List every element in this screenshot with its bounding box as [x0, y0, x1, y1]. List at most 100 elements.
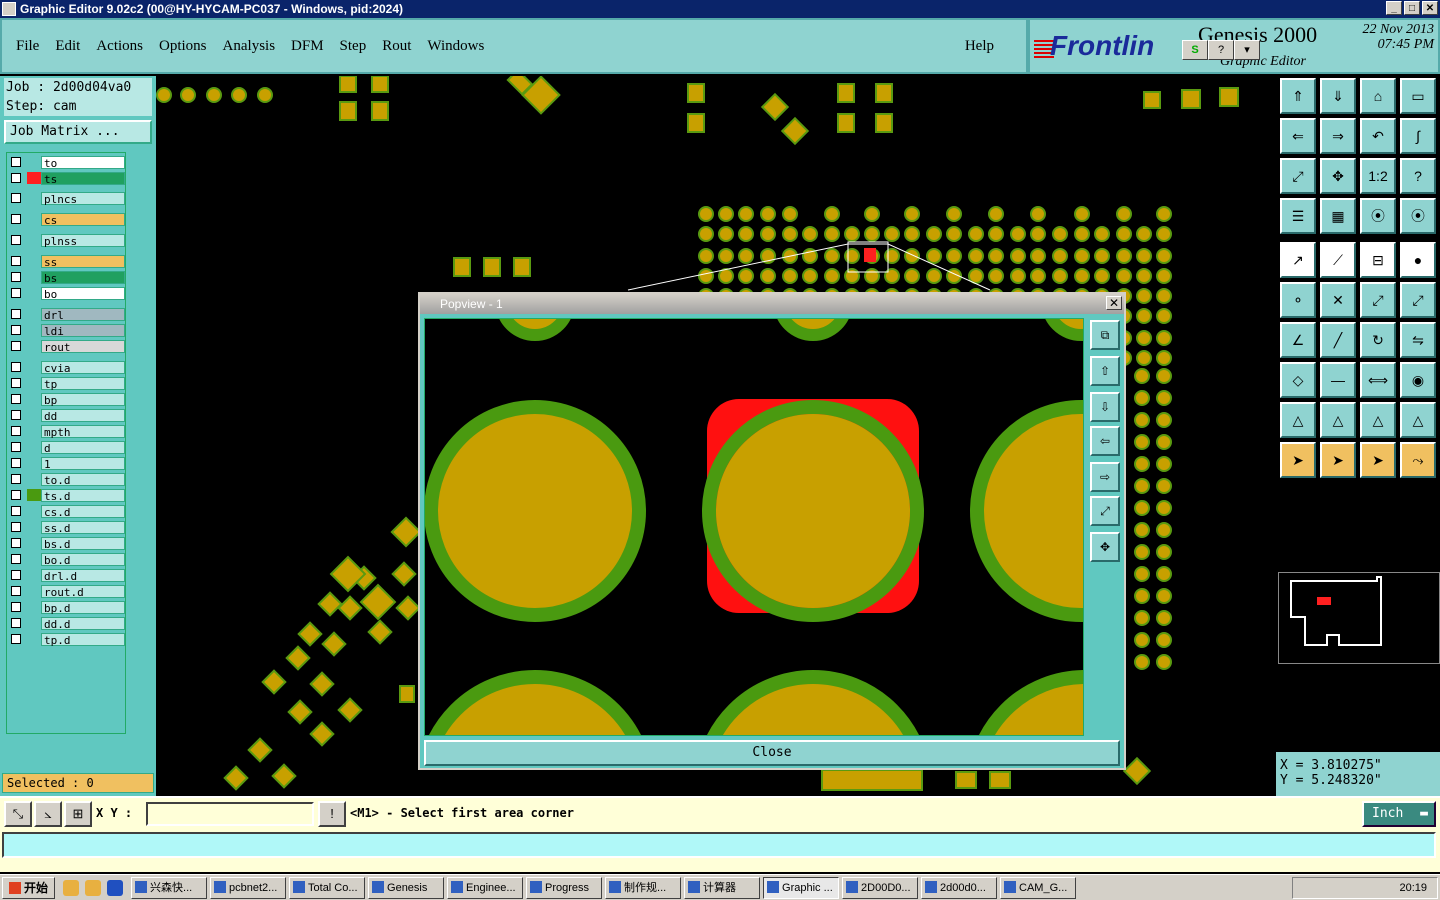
menu-analysis[interactable]: Analysis — [223, 38, 276, 55]
dropdown-icon[interactable]: ▾ — [1234, 40, 1260, 60]
start-button[interactable]: 开始 — [2, 876, 56, 899]
triangle-icon-2[interactable]: △ — [1320, 402, 1356, 438]
grid-view-icon[interactable]: ▦ — [1320, 198, 1356, 234]
pointer-icon-3[interactable]: ➤ — [1360, 442, 1396, 478]
slash-icon[interactable]: ╱ — [1320, 322, 1356, 358]
layer-row[interactable]: drl — [7, 307, 125, 322]
triangle-icon[interactable]: △ — [1280, 402, 1316, 438]
pad-big-icon[interactable]: ◉ — [1400, 362, 1436, 398]
layer-name[interactable]: d — [41, 440, 125, 455]
menu-step[interactable]: Step — [340, 38, 367, 55]
minus-icon[interactable]: — — [1320, 362, 1356, 398]
layer-checkbox[interactable] — [11, 325, 21, 335]
layer-checkbox[interactable] — [11, 410, 21, 420]
layer-row[interactable]: to — [7, 155, 125, 170]
popview-close-icon[interactable]: ✕ — [1106, 296, 1122, 310]
menu-options[interactable]: Options — [159, 38, 207, 55]
layer-name[interactable]: bo.d — [41, 552, 125, 567]
layer-checkbox[interactable] — [11, 634, 21, 644]
menu-help[interactable]: Help — [965, 38, 994, 55]
quick-launch-icon[interactable] — [107, 879, 124, 896]
layer-row[interactable]: tp — [7, 376, 125, 391]
taskbar-item[interactable]: pcbnet2... — [210, 876, 287, 899]
layer-checkbox[interactable] — [11, 474, 21, 484]
layer-row[interactable]: ldi — [7, 323, 125, 338]
taskbar-item[interactable]: Enginee... — [447, 876, 524, 899]
layer-checkbox[interactable] — [11, 214, 21, 224]
snap-icon-2[interactable]: ⦿ — [1400, 198, 1436, 234]
layer-row[interactable]: plnss — [7, 233, 125, 248]
layer-checkbox[interactable] — [11, 288, 21, 298]
move-icon[interactable]: ⤢ — [1360, 282, 1396, 318]
pan-right-icon[interactable]: ⇒ — [1320, 118, 1356, 154]
taskbar-item[interactable]: 2d00d0... — [921, 876, 998, 899]
layer-row[interactable]: d — [7, 440, 125, 455]
layer-checkbox[interactable] — [11, 362, 21, 372]
layer-checkbox[interactable] — [11, 490, 21, 500]
flip-icon[interactable]: ⇋ — [1400, 322, 1436, 358]
menu-edit[interactable]: Edit — [55, 38, 80, 55]
layer-name[interactable]: to.d — [41, 472, 125, 487]
layer-name[interactable]: plncs — [41, 191, 125, 206]
layer-row[interactable]: bp — [7, 392, 125, 407]
layer-row[interactable]: bo.d — [7, 552, 125, 567]
layer-checkbox[interactable] — [11, 272, 21, 282]
layer-checkbox[interactable] — [11, 235, 21, 245]
layer-name[interactable]: ss — [41, 254, 125, 269]
home-up-icon[interactable]: ⇑ — [1280, 78, 1316, 114]
layer-name[interactable]: bo — [41, 286, 125, 301]
taskbar-item[interactable]: CAM_G... — [1000, 876, 1077, 899]
layer-name[interactable]: bs — [41, 270, 125, 285]
layer-row[interactable]: cs.d — [7, 504, 125, 519]
layer-name[interactable]: ts — [41, 171, 125, 186]
dot-icon[interactable]: ● — [1400, 242, 1436, 278]
layer-name[interactable]: mpth — [41, 424, 125, 439]
layer-row[interactable]: bo — [7, 286, 125, 301]
layer-name[interactable]: plnss — [41, 233, 125, 248]
layer-name[interactable]: cvia — [41, 360, 125, 375]
layer-name[interactable]: ts.d — [41, 488, 125, 503]
layer-name[interactable]: dd — [41, 408, 125, 423]
layer-row[interactable]: ss — [7, 254, 125, 269]
layer-checkbox[interactable] — [11, 602, 21, 612]
pad-icon[interactable]: ◇ — [1280, 362, 1316, 398]
help-tool-icon[interactable]: ? — [1400, 158, 1436, 194]
triangle-icon-4[interactable]: △ — [1400, 402, 1436, 438]
taskbar-item[interactable]: 制作规... — [605, 876, 682, 899]
layer-checkbox[interactable] — [11, 506, 21, 516]
layer-checkbox[interactable] — [11, 458, 21, 468]
zoom-fit-icon[interactable]: ⤢ — [1280, 158, 1316, 194]
pointer-icon-2[interactable]: ➤ — [1320, 442, 1356, 478]
layer-name[interactable]: tp.d — [41, 632, 125, 647]
layer-name[interactable]: cs.d — [41, 504, 125, 519]
layer-name[interactable]: drl.d — [41, 568, 125, 583]
layer-row[interactable]: ss.d — [7, 520, 125, 535]
layer-name[interactable]: bp — [41, 392, 125, 407]
layer-name[interactable]: rout.d — [41, 584, 125, 599]
pop-zoom-in-icon[interactable]: ✥ — [1090, 532, 1120, 562]
pop-pan-down-icon[interactable]: ⇩ — [1090, 392, 1120, 422]
layer-name[interactable]: bs.d — [41, 536, 125, 551]
minimize-button[interactable]: _ — [1386, 1, 1402, 15]
line-icon[interactable]: ⟋ — [1320, 242, 1356, 278]
menu-dfm[interactable]: DFM — [291, 38, 324, 55]
layer-row[interactable]: bs.d — [7, 536, 125, 551]
popview-titlebar[interactable]: Popview - 1 ✕ — [420, 294, 1124, 314]
layer-row[interactable]: rout — [7, 339, 125, 354]
pointer-icon[interactable]: ➤ — [1280, 442, 1316, 478]
layer-checkbox[interactable] — [11, 442, 21, 452]
window-icon[interactable]: ▭ — [1400, 78, 1436, 114]
help-icon[interactable]: ? — [1208, 40, 1234, 60]
layer-row[interactable]: dd — [7, 408, 125, 423]
pop-pan-left-icon[interactable]: ⇦ — [1090, 426, 1120, 456]
pop-zoom-fit-icon[interactable]: ⧉ — [1090, 320, 1120, 350]
maximize-button[interactable]: □ — [1404, 1, 1420, 15]
quick-launch-icon[interactable] — [85, 879, 102, 896]
taskbar-item[interactable]: Genesis — [368, 876, 445, 899]
layer-row[interactable]: cvia — [7, 360, 125, 375]
layer-row[interactable]: tp.d — [7, 632, 125, 647]
layer-name[interactable]: to — [41, 155, 125, 170]
warning-icon[interactable]: ! — [318, 801, 346, 827]
layer-row[interactable]: ts — [7, 171, 125, 186]
snap-red-icon[interactable]: ⦿ — [1360, 198, 1396, 234]
